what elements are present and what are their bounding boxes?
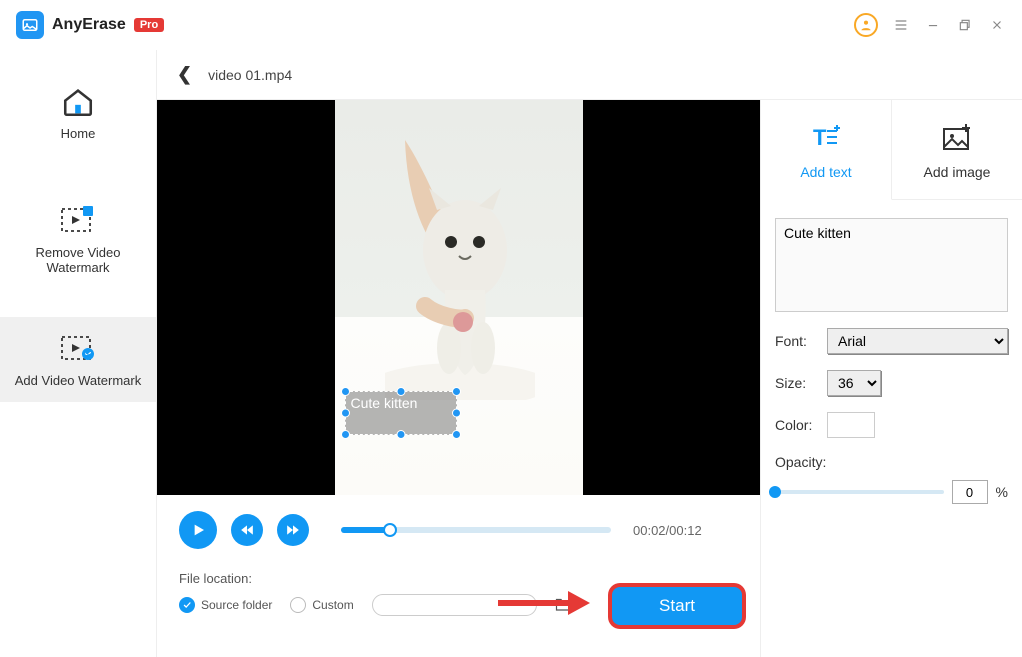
sidebar-item-label: Remove Video Watermark <box>4 245 152 275</box>
size-label: Size: <box>775 375 819 391</box>
minimize-icon[interactable] <box>924 16 942 34</box>
svg-text:T: T <box>813 125 827 150</box>
top-bar: ❮ video 01.mp4 <box>157 50 1022 100</box>
resize-handle[interactable] <box>452 430 461 439</box>
color-label: Color: <box>775 417 819 433</box>
resize-handle[interactable] <box>452 387 461 396</box>
time-label: 00:02/00:12 <box>633 523 702 538</box>
remove-watermark-icon <box>60 203 96 239</box>
file-location-section: File location: Source folder Custom <box>157 565 760 643</box>
color-picker[interactable] <box>827 412 875 438</box>
resize-handle[interactable] <box>396 430 405 439</box>
source-folder-option[interactable]: Source folder <box>179 597 272 613</box>
maximize-icon[interactable] <box>956 16 974 34</box>
sidebar-item-home[interactable]: Home <box>0 70 156 155</box>
radio-label: Custom <box>312 598 353 612</box>
user-account-icon[interactable] <box>854 13 878 37</box>
play-button[interactable] <box>179 511 217 549</box>
font-select[interactable]: Arial <box>827 328 1008 354</box>
opacity-input[interactable] <box>952 480 988 504</box>
properties-panel: T Add text Add image Cute kitten Fon <box>760 100 1022 657</box>
video-frame[interactable]: Cute kitten <box>335 100 583 495</box>
forward-button[interactable] <box>277 514 309 546</box>
resize-handle[interactable] <box>341 409 350 418</box>
opacity-unit: % <box>996 484 1008 500</box>
home-icon <box>60 84 96 120</box>
sidebar-item-label: Add Video Watermark <box>15 373 141 388</box>
text-watermark-overlay[interactable]: Cute kitten <box>345 391 457 435</box>
pro-badge: Pro <box>134 18 164 32</box>
add-text-icon: T <box>808 120 844 156</box>
tab-add-image[interactable]: Add image <box>892 100 1022 200</box>
back-button[interactable]: ❮ <box>177 64 192 85</box>
size-select[interactable]: 36 <box>827 370 881 396</box>
annotation-arrow <box>498 591 590 615</box>
add-image-icon <box>939 120 975 156</box>
sidebar: Home Remove Video Watermark Add Video Wa… <box>0 50 156 657</box>
add-watermark-icon <box>60 331 96 367</box>
app-logo-icon <box>16 11 44 39</box>
opacity-knob[interactable] <box>769 486 781 498</box>
app-name: AnyErase <box>52 16 126 34</box>
titlebar: AnyErase Pro <box>0 0 1022 50</box>
rewind-button[interactable] <box>231 514 263 546</box>
radio-label: Source folder <box>201 598 272 612</box>
close-icon[interactable] <box>988 16 1006 34</box>
tab-label: Add text <box>800 164 851 180</box>
sidebar-item-remove-watermark[interactable]: Remove Video Watermark <box>0 189 156 289</box>
resize-handle[interactable] <box>452 409 461 418</box>
sidebar-item-label: Home <box>61 126 96 141</box>
start-button[interactable]: Start <box>612 587 742 625</box>
radio-empty-icon <box>290 597 306 613</box>
resize-handle[interactable] <box>396 387 405 396</box>
menu-icon[interactable] <box>892 16 910 34</box>
playback-controls: 00:02/00:12 <box>157 495 760 565</box>
watermark-text-input[interactable]: Cute kitten <box>775 218 1008 312</box>
progress-bar[interactable] <box>341 527 611 533</box>
progress-knob[interactable] <box>383 523 397 537</box>
tab-label: Add image <box>924 164 991 180</box>
video-preview: Cute kitten <box>157 100 760 495</box>
overlay-text: Cute kitten <box>351 395 418 411</box>
tab-add-text[interactable]: T Add text <box>761 100 892 200</box>
sidebar-item-add-watermark[interactable]: Add Video Watermark <box>0 317 156 402</box>
radio-checked-icon <box>179 597 195 613</box>
resize-handle[interactable] <box>341 430 350 439</box>
file-location-label: File location: <box>179 571 738 586</box>
custom-folder-option[interactable]: Custom <box>290 597 353 613</box>
file-name: video 01.mp4 <box>208 67 292 83</box>
opacity-slider[interactable] <box>775 490 944 494</box>
font-label: Font: <box>775 333 819 349</box>
video-content-placeholder <box>385 140 535 400</box>
resize-handle[interactable] <box>341 387 350 396</box>
opacity-label: Opacity: <box>775 454 1008 470</box>
